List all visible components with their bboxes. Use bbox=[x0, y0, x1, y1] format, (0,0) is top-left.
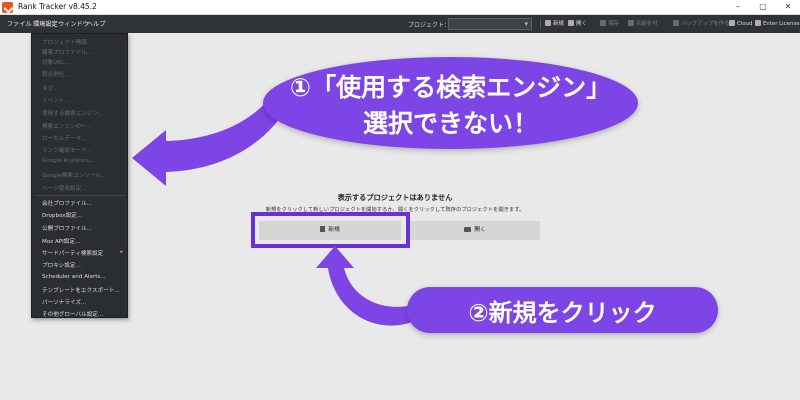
callout-1-line-1: ①「使用する検索エンジン」 bbox=[289, 73, 612, 102]
callout-2-text: ②新規をクリック bbox=[468, 299, 657, 327]
arrow-to-new-button bbox=[316, 246, 412, 326]
callout-1-line-2: 選択できない！ bbox=[362, 109, 538, 138]
